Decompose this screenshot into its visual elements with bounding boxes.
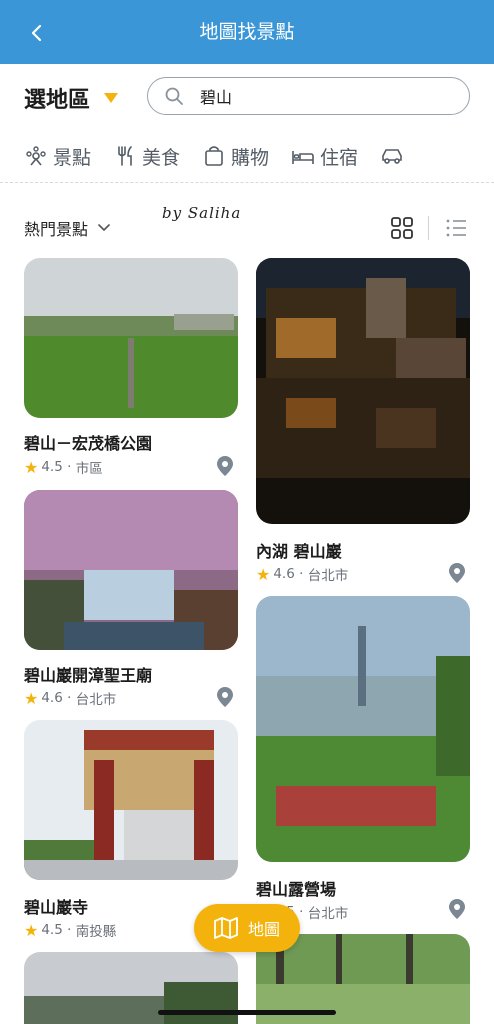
- tab-label: 住宿: [320, 146, 359, 169]
- tab-label: 購物: [231, 146, 270, 169]
- tab-food[interactable]: 美食: [113, 143, 180, 170]
- meta-separator: ·: [62, 459, 76, 475]
- attraction-name: 碧山巖寺: [24, 898, 89, 917]
- attraction-meta: ★ 4.5 · 南投縣: [24, 920, 117, 941]
- attraction-meta: ★ 4.6 · 台北市: [24, 688, 117, 709]
- tab-label: 景點: [53, 146, 92, 169]
- star-icon: ★: [24, 457, 39, 477]
- rating-value: 4.5: [41, 459, 63, 475]
- search-box[interactable]: [147, 77, 470, 115]
- attraction-meta: ★ 4.5 · 市區: [24, 457, 103, 478]
- rating-value: 4.5: [41, 922, 63, 938]
- sort-filter[interactable]: 熱門景點: [24, 214, 110, 242]
- location-label: 台北市: [307, 568, 349, 584]
- view-toggle-separator: [428, 216, 429, 240]
- meta-separator: ·: [62, 922, 76, 938]
- category-tabs: 景點 美食 購物 住宿: [24, 138, 494, 174]
- bed-icon: [292, 151, 314, 164]
- map-icon: [214, 917, 238, 939]
- rating-value: 4.6: [273, 566, 295, 582]
- top-bar: 地圖找景點: [0, 0, 494, 64]
- tab-attractions[interactable]: 景點: [24, 143, 91, 170]
- star-icon: ★: [24, 688, 39, 708]
- attraction-name: 碧山巖開漳聖王廟: [24, 666, 153, 685]
- shopping-bag-icon: [205, 146, 223, 166]
- attraction-name: 碧山露營場: [256, 880, 337, 899]
- region-selector[interactable]: 選地區: [24, 80, 119, 116]
- attraction-card[interactable]: 碧山露營場 ★ 4.5 · 台北市: [256, 596, 470, 926]
- meta-separator: ·: [294, 566, 308, 582]
- location-pin-icon[interactable]: [216, 686, 234, 708]
- location-label: 南投縣: [75, 924, 117, 940]
- fork-knife-icon: [118, 146, 132, 166]
- location-label: 台北市: [75, 692, 117, 708]
- attraction-name: 內湖 碧山巖: [256, 542, 342, 561]
- attraction-photo: [24, 258, 238, 418]
- car-icon: [382, 149, 402, 164]
- attraction-icon: [26, 146, 46, 166]
- list-view-icon[interactable]: [444, 216, 468, 240]
- location-pin-icon[interactable]: [216, 455, 234, 477]
- location-label: 台北市: [307, 906, 349, 922]
- grid-view-icon[interactable]: [390, 216, 414, 240]
- attraction-photo: [256, 258, 470, 524]
- attraction-meta: ★ 4.6 · 台北市: [256, 564, 349, 585]
- attraction-photo: [24, 720, 238, 880]
- meta-separator: ·: [62, 690, 76, 706]
- tab-shopping[interactable]: 購物: [202, 143, 269, 170]
- attraction-card[interactable]: 內湖 碧山巖 ★ 4.6 · 台北市: [256, 258, 470, 588]
- watermark-signature: by Saliha: [162, 204, 242, 222]
- search-input[interactable]: [200, 86, 440, 106]
- star-icon: ★: [256, 564, 271, 584]
- tab-lodging[interactable]: 住宿: [291, 143, 358, 170]
- location-label: 市區: [75, 461, 103, 477]
- attraction-card[interactable]: 碧山巖開漳聖王廟 ★ 4.6 · 台北市: [24, 490, 238, 710]
- attraction-name: 碧山－宏茂橋公園: [24, 434, 153, 453]
- tab-label: 美食: [142, 146, 181, 169]
- tab-transport[interactable]: [380, 144, 409, 168]
- rating-value: 4.6: [41, 690, 63, 706]
- attraction-card[interactable]: 碧山－宏茂橋公園 ★ 4.5 · 市區: [24, 258, 238, 478]
- region-label: 選地區: [24, 88, 91, 113]
- location-pin-icon[interactable]: [448, 898, 466, 920]
- page-title: 地圖找景點: [199, 21, 295, 43]
- chevron-down-icon: [98, 224, 110, 232]
- map-button-label: 地圖: [247, 920, 280, 939]
- attraction-photo: [24, 490, 238, 650]
- search-icon: [165, 87, 183, 105]
- map-button[interactable]: 地圖: [194, 904, 300, 952]
- location-pin-icon[interactable]: [448, 562, 466, 584]
- caret-down-icon: [104, 93, 119, 103]
- home-indicator: [158, 1010, 336, 1015]
- filter-label: 熱門景點: [24, 220, 89, 239]
- divider: [0, 182, 494, 183]
- attraction-photo: [256, 596, 470, 862]
- star-icon: ★: [24, 920, 39, 940]
